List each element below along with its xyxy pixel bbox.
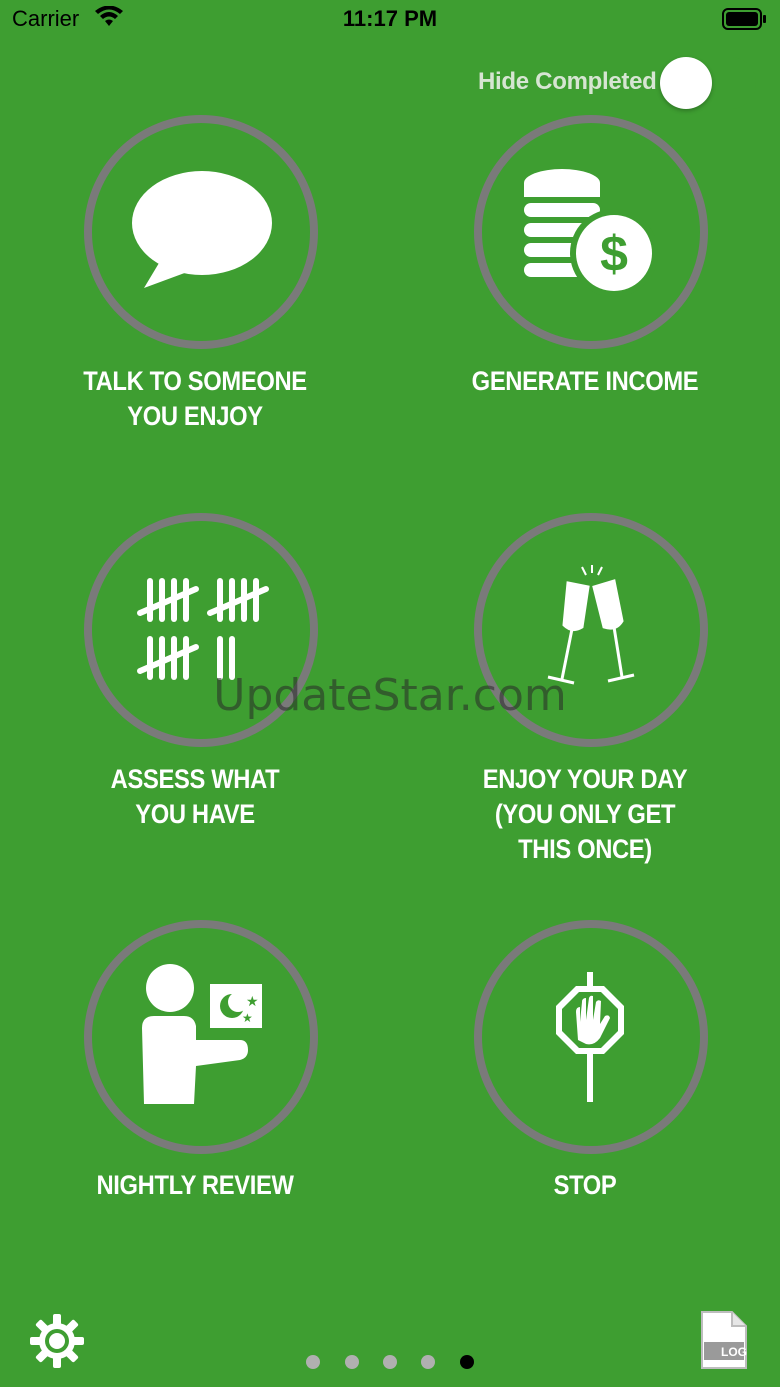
enjoy-your-day-label: ENJOY YOUR DAY (YOU ONLY GET THIS ONCE) <box>482 764 688 864</box>
watermark: UpdateStar.com <box>213 670 567 721</box>
coins-dollar-icon: $ <box>524 169 658 297</box>
stop-button[interactable] <box>474 920 708 1154</box>
page-dot-4[interactable] <box>421 1355 436 1369</box>
page-dot-2[interactable] <box>344 1355 359 1369</box>
battery-icon <box>722 8 766 30</box>
log-file-button[interactable]: LOG <box>700 1310 748 1370</box>
status-bar: Carrier 11:17 PM <box>0 0 780 40</box>
page-dot-1[interactable] <box>306 1355 321 1369</box>
toggle-knob <box>660 57 712 109</box>
speech-bubble-icon <box>132 171 272 288</box>
stop-sign-hand-icon <box>556 972 624 1102</box>
page-dot-5[interactable] <box>459 1355 474 1369</box>
clock: 11:17 PM <box>342 6 438 31</box>
nightly-review-button[interactable]: ★ ★ <box>84 920 318 1154</box>
generate-income-label: GENERATE INCOME <box>471 366 699 396</box>
log-label: LOG <box>721 1345 747 1359</box>
talk-to-someone-button[interactable] <box>84 115 318 349</box>
svg-text:★: ★ <box>242 1011 253 1025</box>
generate-income-button[interactable]: $ <box>474 115 708 349</box>
hide-completed-toggle[interactable] <box>660 57 756 109</box>
hide-completed-label: Hide Completed <box>478 68 657 95</box>
talk-to-someone-label: TALK TO SOMEONE YOU ENJOY <box>83 366 307 431</box>
page-dot-3[interactable] <box>383 1355 397 1369</box>
svg-text:★: ★ <box>246 994 259 1010</box>
stop-label: STOP <box>553 1170 617 1200</box>
nightly-review-label: NIGHTLY REVIEW <box>96 1170 294 1200</box>
assess-what-you-have-label: ASSESS WHAT YOU HAVE <box>110 764 280 829</box>
page-indicator[interactable] <box>0 1355 780 1374</box>
svg-text:$: $ <box>600 226 628 282</box>
person-night-sign-icon: ★ ★ <box>142 964 262 1104</box>
